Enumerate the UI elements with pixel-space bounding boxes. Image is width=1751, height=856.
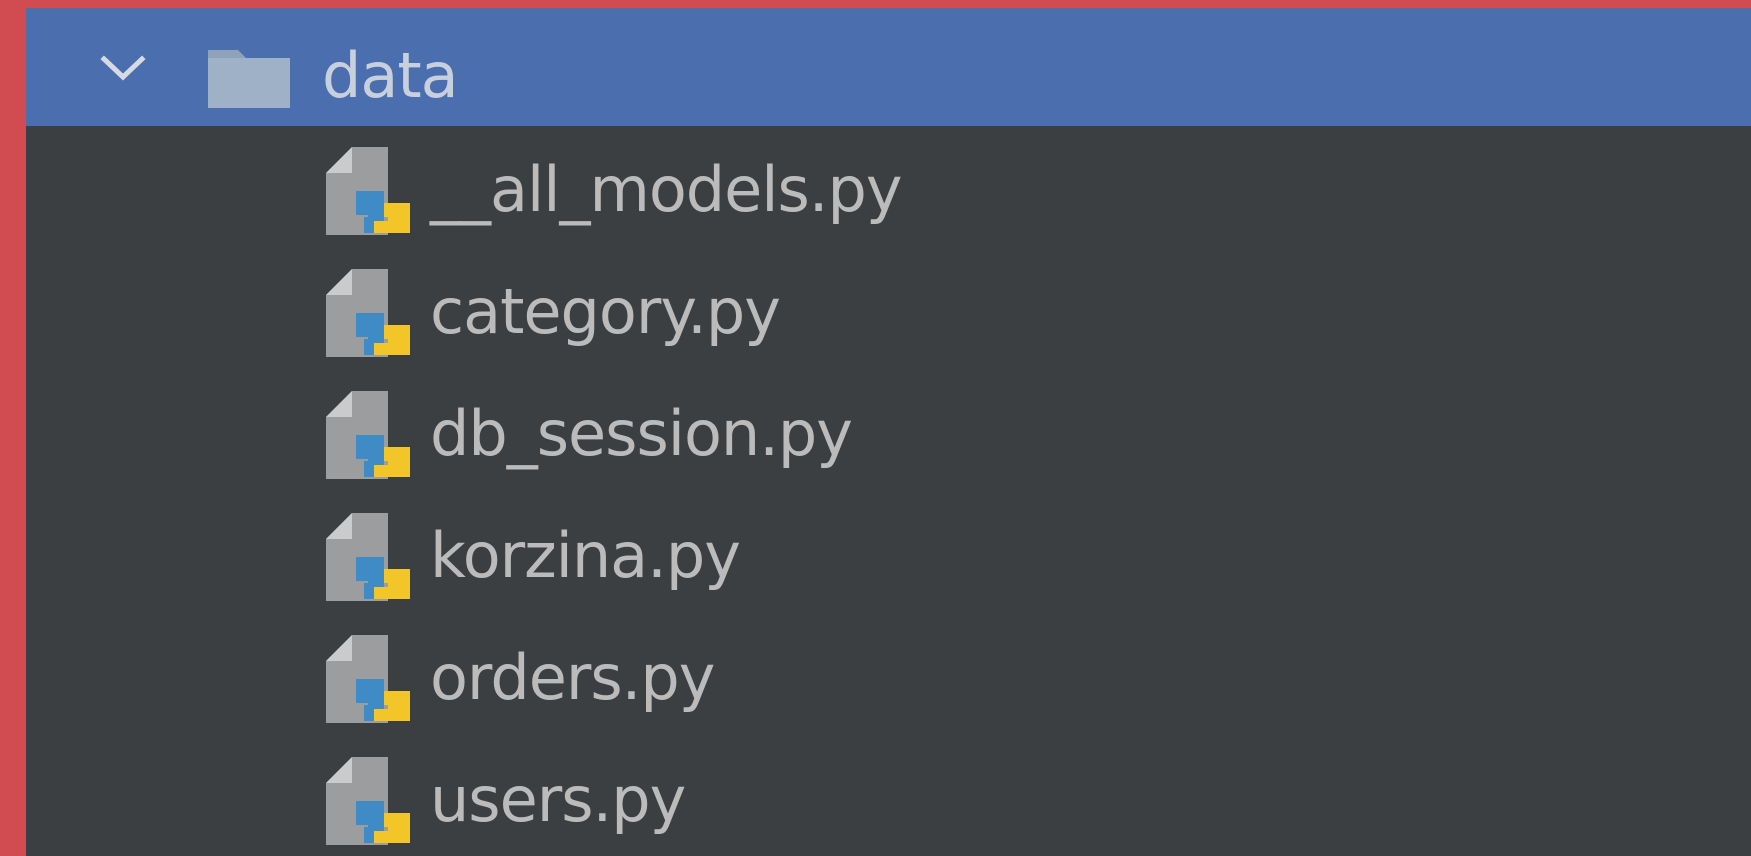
python-file-icon bbox=[326, 513, 416, 609]
folder-label: data bbox=[322, 39, 459, 112]
file-label: category.py bbox=[430, 275, 781, 348]
file-row-category[interactable]: category.py bbox=[26, 252, 1751, 374]
window-frame: data __all_models.py category.py db_sess… bbox=[0, 0, 1751, 856]
file-label: orders.py bbox=[430, 641, 715, 714]
python-file-icon bbox=[326, 269, 416, 365]
file-row-db-session[interactable]: db_session.py bbox=[26, 374, 1751, 496]
project-tree-panel: data __all_models.py category.py db_sess… bbox=[26, 8, 1751, 856]
file-label: __all_models.py bbox=[430, 153, 903, 226]
file-row-users[interactable]: users.py bbox=[26, 740, 1751, 856]
python-file-icon bbox=[326, 147, 416, 243]
python-file-icon bbox=[326, 391, 416, 487]
file-label: db_session.py bbox=[430, 397, 853, 470]
python-file-icon bbox=[326, 757, 416, 853]
file-row-korzina[interactable]: korzina.py bbox=[26, 496, 1751, 618]
file-label: users.py bbox=[430, 763, 686, 836]
folder-icon bbox=[204, 40, 294, 112]
folder-row-data[interactable]: data bbox=[26, 8, 1751, 126]
file-row-orders[interactable]: orders.py bbox=[26, 618, 1751, 740]
chevron-down-icon[interactable] bbox=[96, 42, 150, 96]
file-row-all-models[interactable]: __all_models.py bbox=[26, 130, 1751, 252]
python-file-icon bbox=[326, 635, 416, 731]
file-label: korzina.py bbox=[430, 519, 741, 592]
